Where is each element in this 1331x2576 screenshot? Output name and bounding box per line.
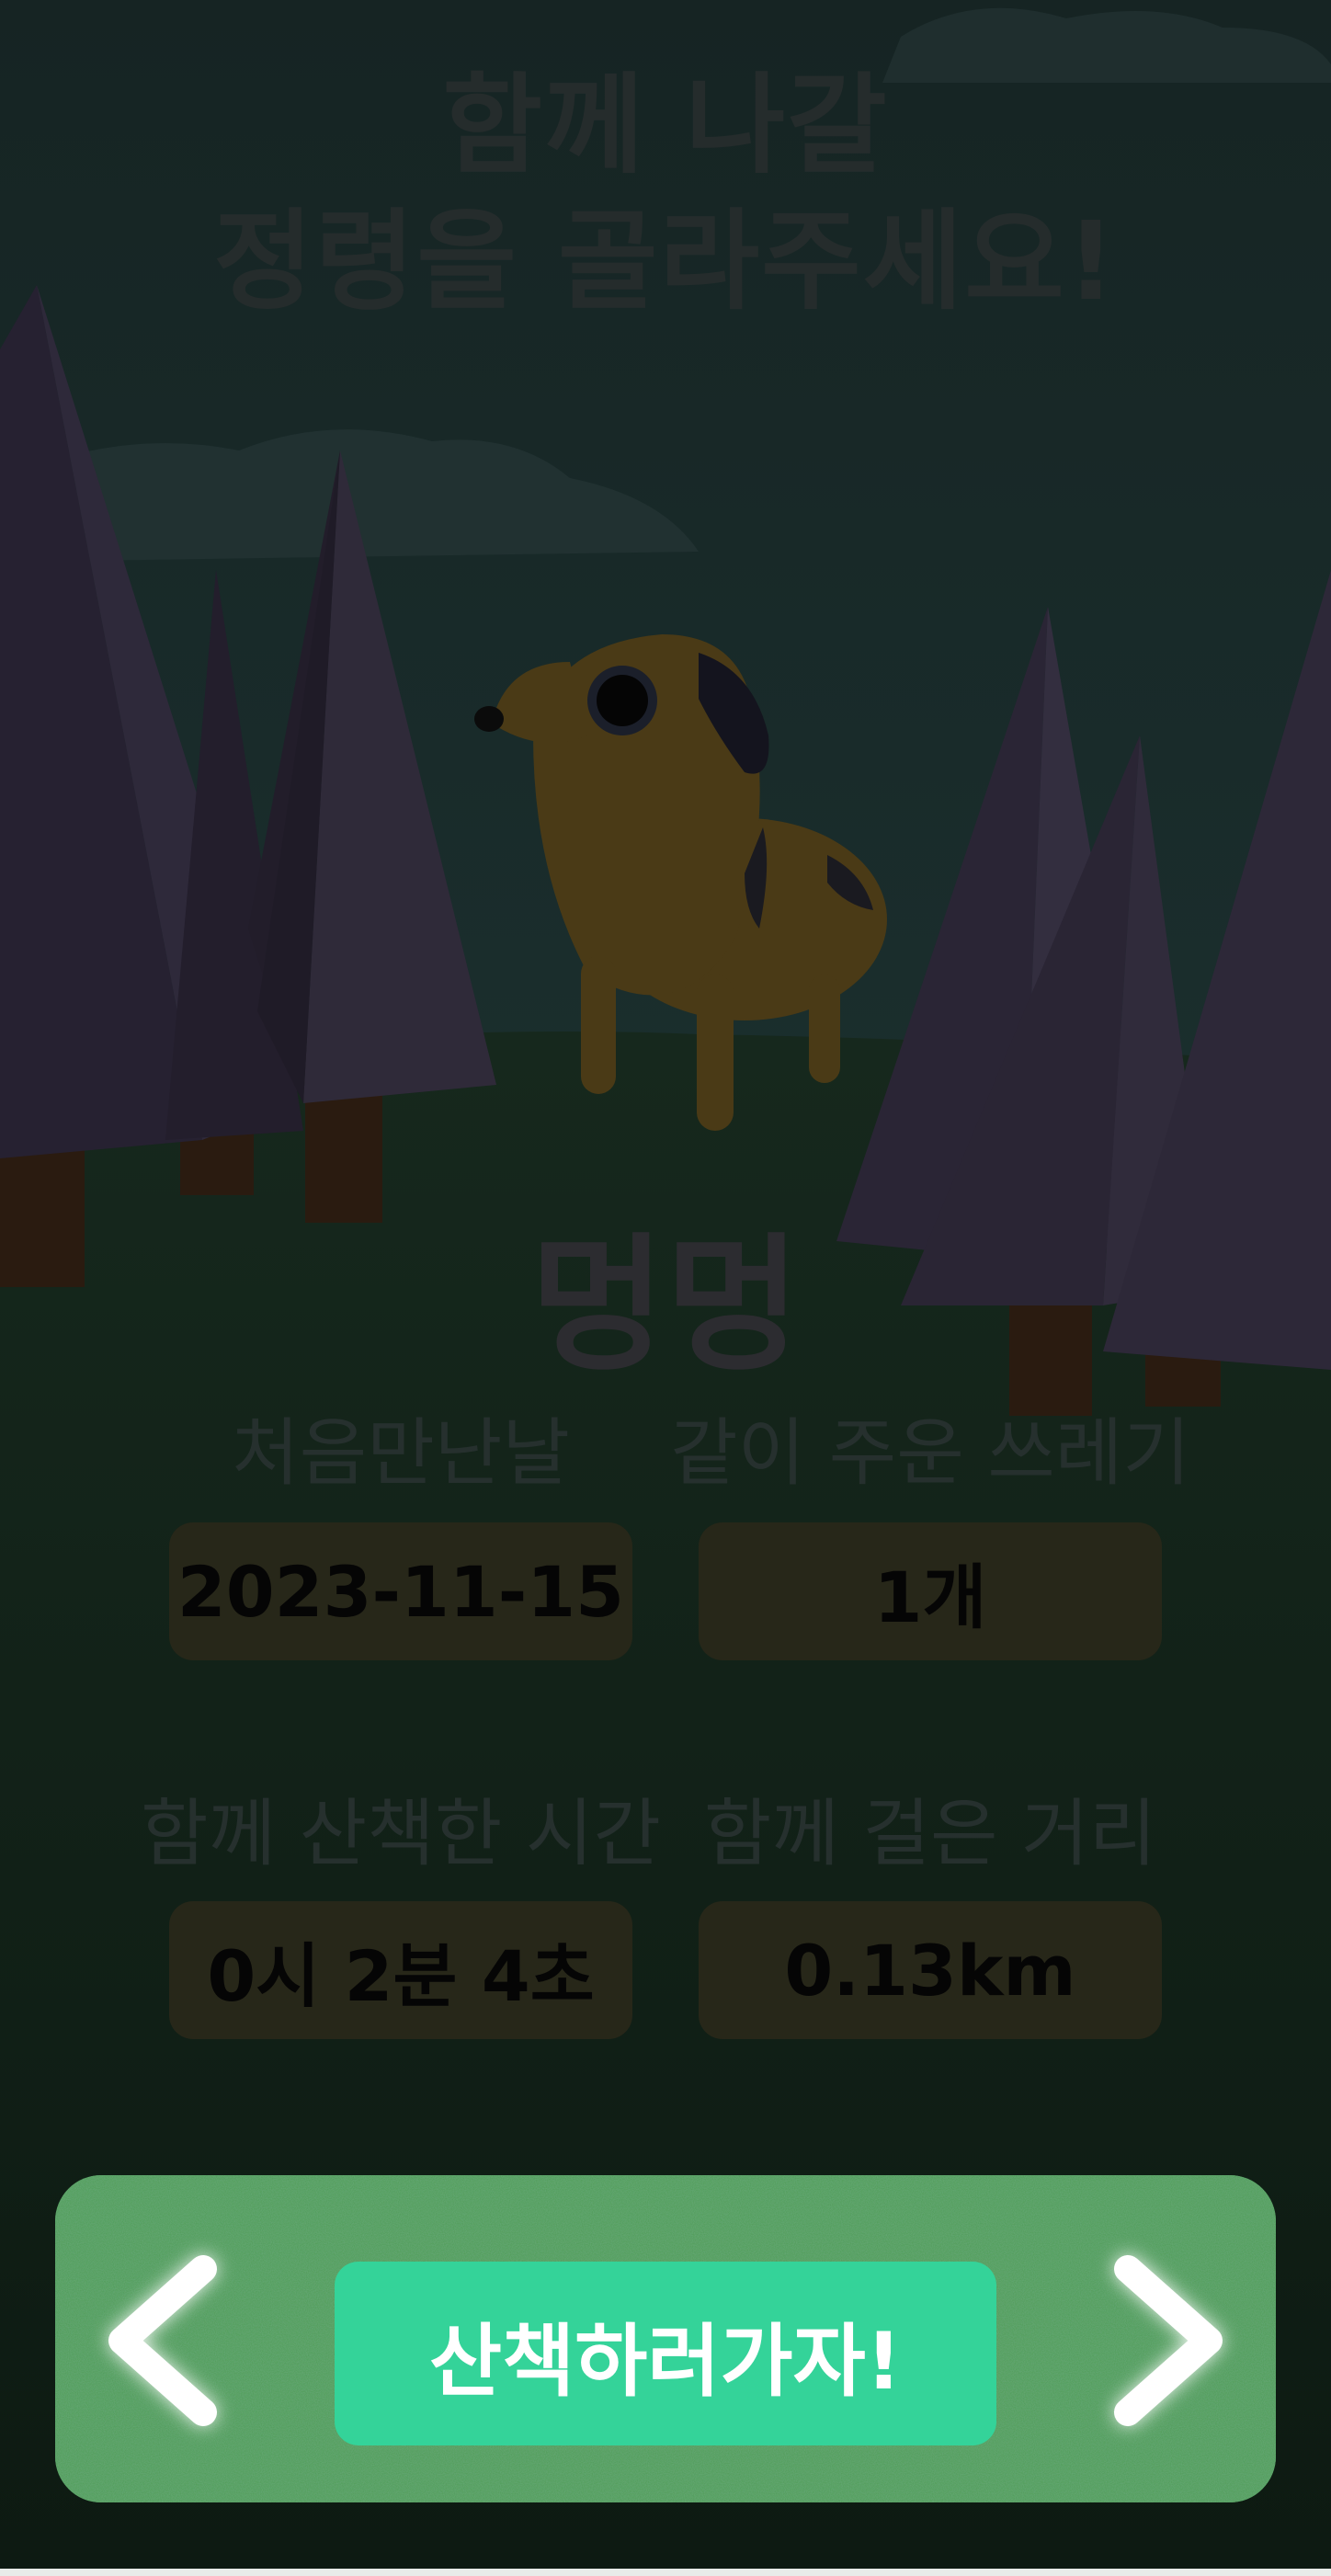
- next-companion-button[interactable]: [1075, 2230, 1259, 2451]
- previous-companion-button[interactable]: [72, 2230, 256, 2451]
- page-title-line2: 정령을 골라주세요!: [213, 198, 1118, 325]
- walk-time-value: 0시 2분 4초: [169, 1901, 632, 2039]
- walk-distance-value: 0.13km: [699, 1901, 1162, 2039]
- chevron-right-icon: [1114, 2255, 1223, 2426]
- trash-collected-value: 1개: [699, 1522, 1162, 1660]
- trash-collected-label: 같이 주운 쓰레기: [669, 1410, 1191, 1496]
- chevron-left-icon: [108, 2255, 217, 2426]
- companion-name: 멍멍: [529, 1219, 802, 1391]
- action-panel: 산책하러가자!: [55, 2175, 1276, 2502]
- first-met-value: 2023-11-15: [169, 1522, 632, 1660]
- go-walk-button[interactable]: 산책하러가자!: [335, 2262, 996, 2445]
- walk-distance-label: 함께 걸은 거리: [703, 1791, 1157, 1876]
- page-title-line1: 함께 나갈: [442, 62, 889, 188]
- walk-time-label: 함께 산책한 시간: [140, 1791, 662, 1876]
- first-met-label: 처음만난날: [232, 1410, 570, 1496]
- bottom-edge: [0, 2569, 1331, 2576]
